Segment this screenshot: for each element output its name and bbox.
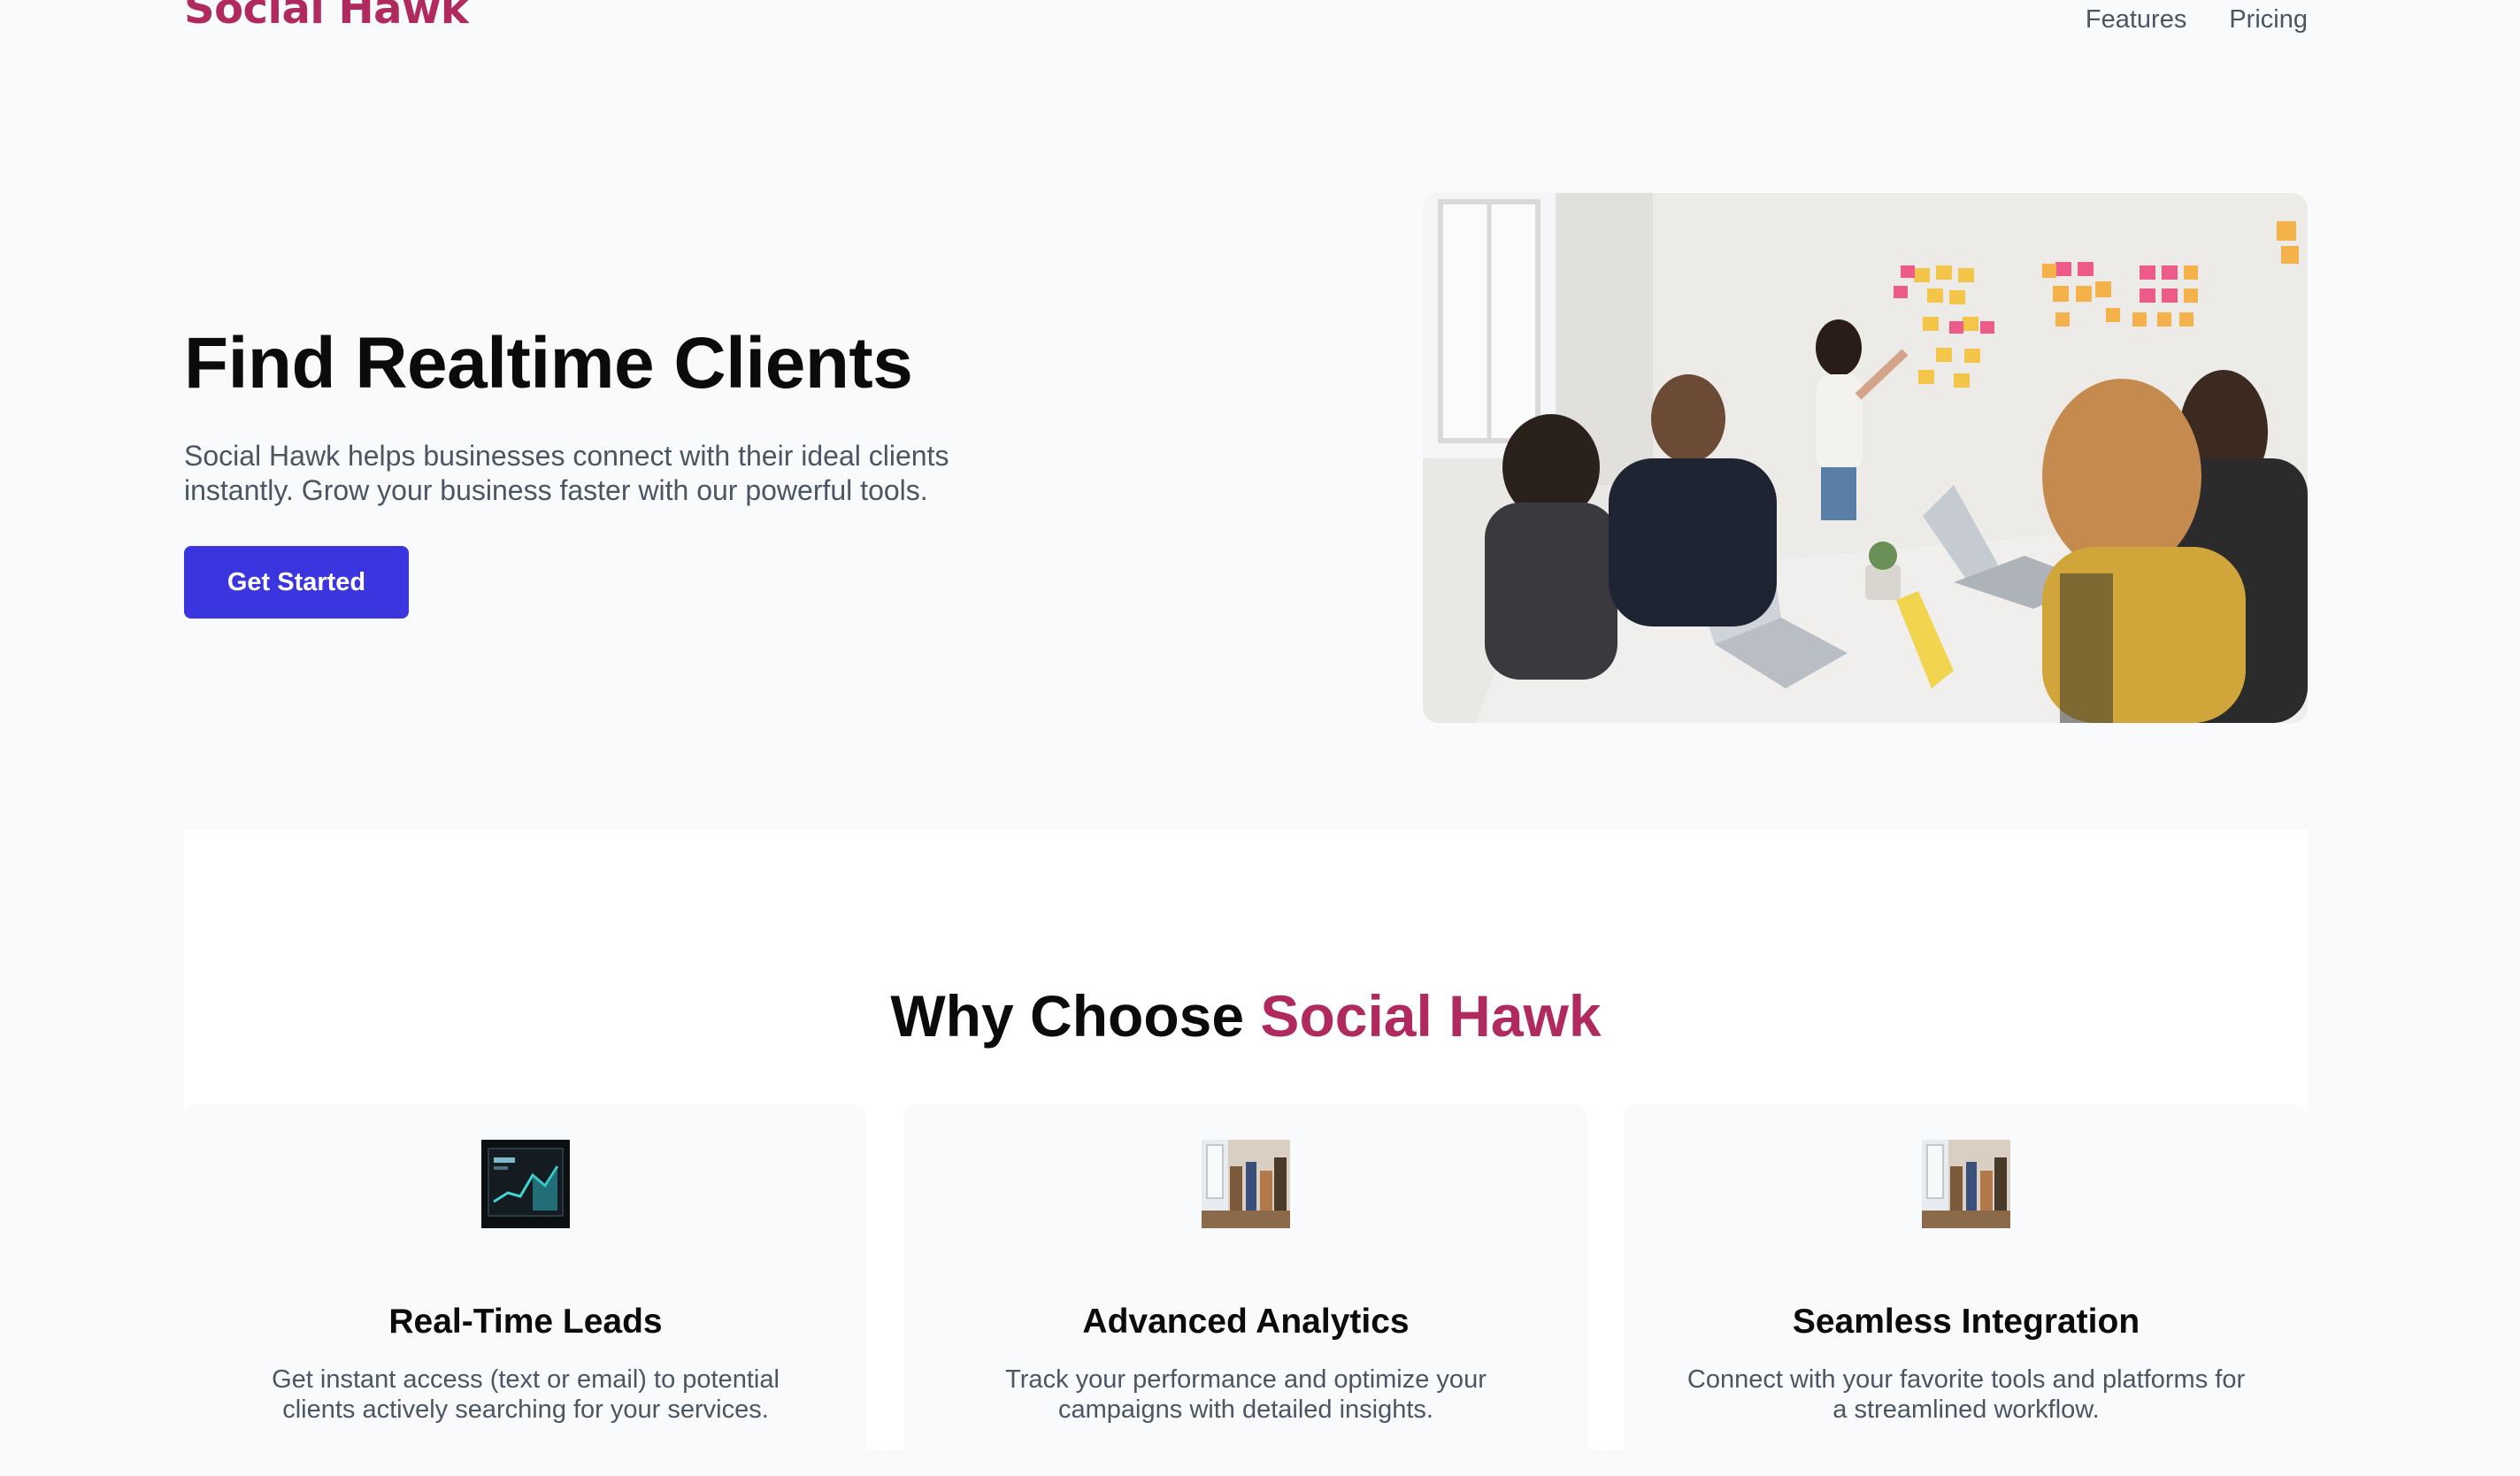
features-section: Why Choose Social Hawk Real-Time Leads G… xyxy=(184,830,2308,1476)
features-heading-prefix: Why Choose xyxy=(890,983,1245,1049)
nav-link-features[interactable]: Features xyxy=(2086,5,2186,35)
office-team-icon xyxy=(1202,1140,1290,1228)
hero-title: Find Realtime Clients xyxy=(184,323,913,404)
get-started-button[interactable]: Get Started xyxy=(184,546,409,619)
hero-team-meeting-image xyxy=(1423,193,2308,723)
feature-description: Track your performance and optimize your… xyxy=(1005,1365,1487,1424)
brand-logo[interactable]: Social Hawk xyxy=(184,0,469,34)
feature-description: Connect with your favorite tools and pla… xyxy=(1686,1365,2246,1424)
features-heading: Why Choose Social Hawk xyxy=(184,982,2308,1049)
analytics-dashboard-icon xyxy=(481,1140,570,1228)
feature-description: Get instant access (text or email) to po… xyxy=(272,1365,780,1424)
feature-card-real-time-leads: Real-Time Leads Get instant access (text… xyxy=(184,1104,867,1476)
nav-link-pricing[interactable]: Pricing xyxy=(2229,5,2308,35)
feature-card-seamless-integration: Seamless Integration Connect with your f… xyxy=(1625,1104,2308,1476)
feature-title: Real-Time Leads xyxy=(388,1303,663,1341)
features-heading-accent: Social Hawk xyxy=(1260,983,1602,1049)
hero-description: Social Hawk helps businesses connect wit… xyxy=(184,440,949,506)
site-header: Social Hawk Features Pricing xyxy=(184,0,2308,53)
feature-title: Seamless Integration xyxy=(1792,1303,2140,1341)
feature-title: Advanced Analytics xyxy=(1082,1303,1410,1341)
feature-card-advanced-analytics: Advanced Analytics Track your performanc… xyxy=(904,1104,1587,1476)
main-nav: Features Pricing xyxy=(2086,5,2308,35)
office-team-icon xyxy=(1922,1140,2010,1228)
